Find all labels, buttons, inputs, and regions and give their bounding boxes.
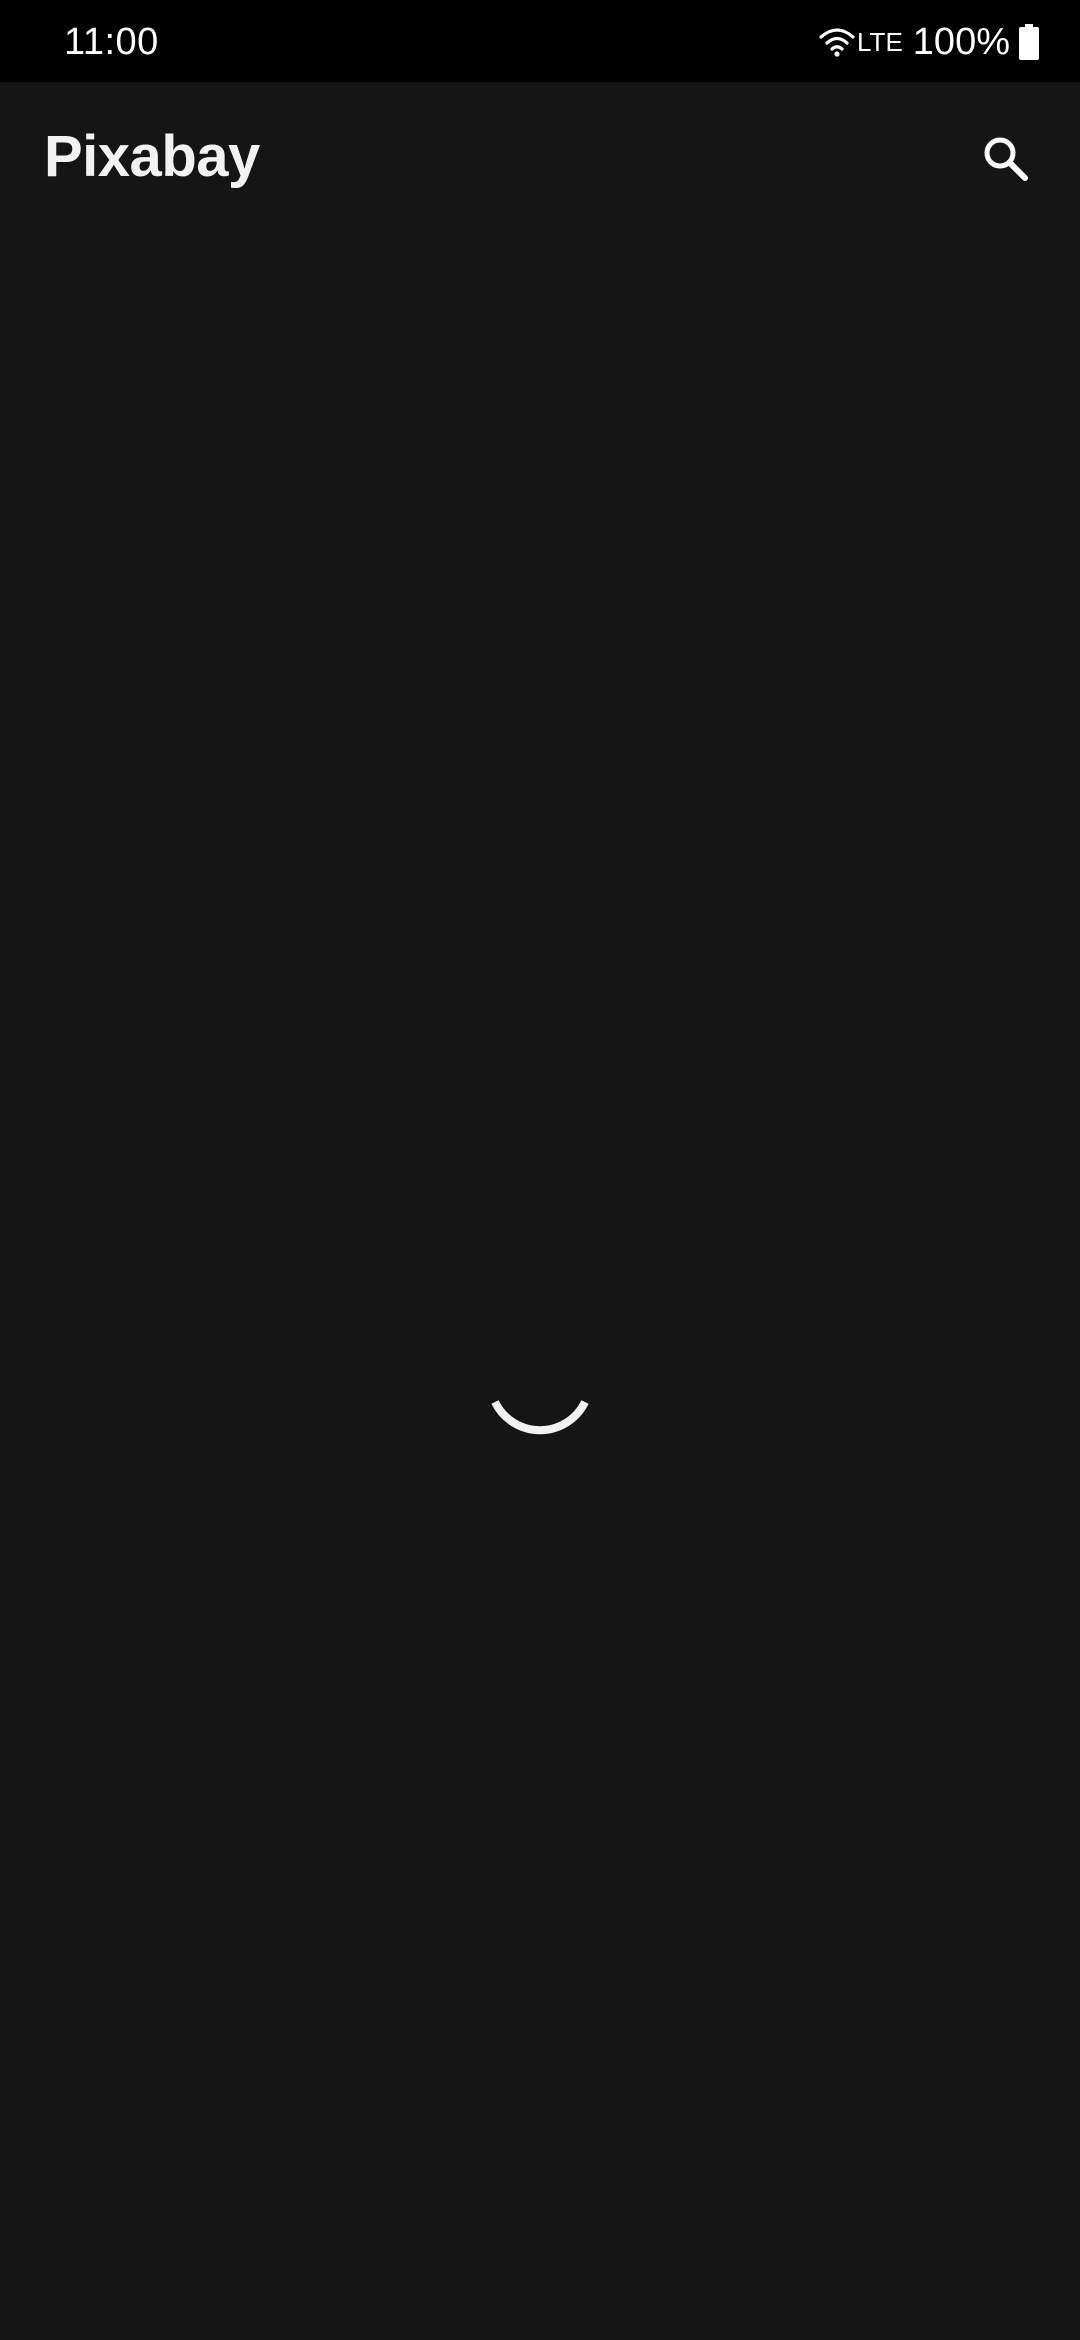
battery-percentage: 100% bbox=[912, 21, 1010, 63]
status-icons: LTE 100% bbox=[819, 18, 1040, 66]
wifi-icon bbox=[819, 28, 855, 57]
status-bar: 11:00 LTE 100% bbox=[0, 0, 1080, 82]
loading-spinner-icon bbox=[491, 1400, 589, 1435]
content-area bbox=[0, 232, 1080, 2340]
search-icon bbox=[984, 137, 1028, 181]
app-title: Pixabay bbox=[44, 124, 260, 189]
status-time: 11:00 bbox=[64, 21, 159, 63]
app-bar: Pixabay bbox=[0, 82, 1080, 232]
battery-icon bbox=[1019, 24, 1039, 60]
network-type-label: LTE bbox=[857, 27, 903, 57]
search-button[interactable] bbox=[960, 122, 1050, 194]
